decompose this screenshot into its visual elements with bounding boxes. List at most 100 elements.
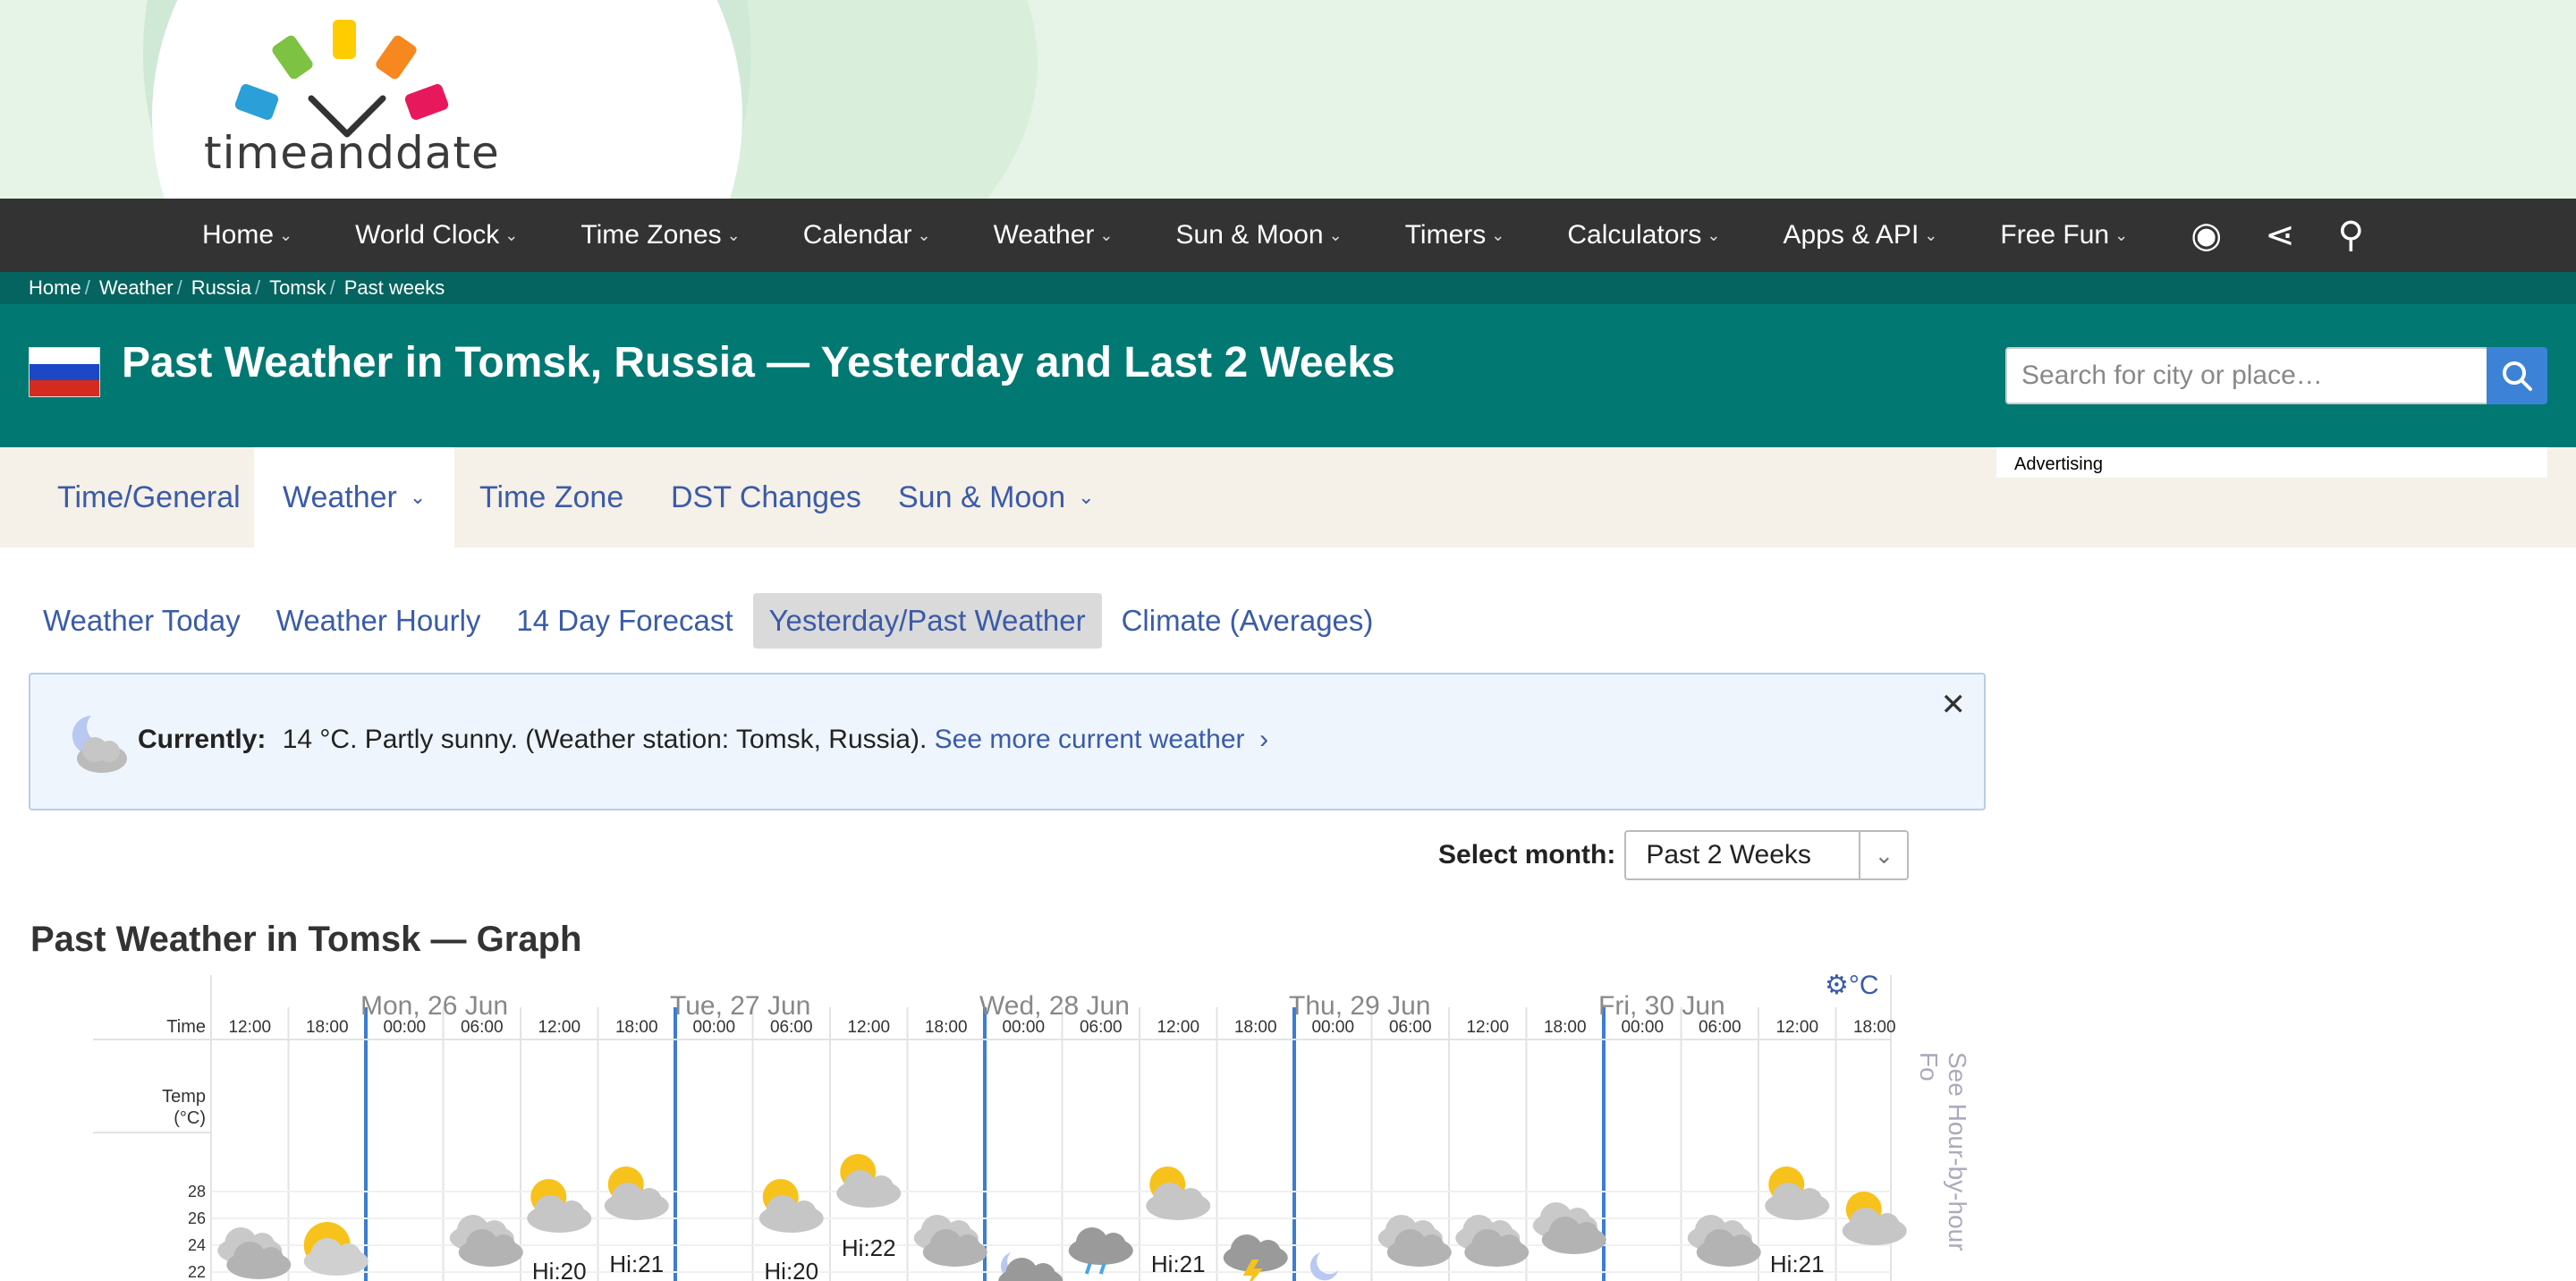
breadcrumb-item[interactable]: Home: [29, 276, 81, 300]
nav-item-calculators[interactable]: Calculators ⌄: [1567, 220, 1720, 250]
cloud-icon-part: [1178, 1188, 1204, 1213]
time-label: 00:00: [1621, 1018, 1664, 1037]
nav-item-apps-api[interactable]: Apps & API ⌄: [1784, 220, 1938, 250]
high-temp-label: Hi:21: [609, 1251, 664, 1277]
time-label: 12:00: [847, 1018, 890, 1037]
nav-item-world-clock[interactable]: World Clock ⌄: [355, 220, 518, 250]
select-month-row: Select month: Past 2 Weeks ⌄: [1438, 830, 1910, 880]
moon-icon: [1309, 1252, 1339, 1281]
tab-sun-moon[interactable]: Sun & Moon ⌄: [869, 447, 1123, 547]
time-label: 12:00: [538, 1018, 580, 1037]
breadcrumb-separator: /: [84, 276, 90, 299]
header-banner: timeanddate: [0, 0, 2576, 199]
graph-title: Past Weather in Tomsk — Graph: [30, 920, 582, 959]
share-icon[interactable]: ⋖: [2265, 215, 2295, 256]
cloud-icon-part: [1255, 1240, 1281, 1265]
time-row-label: Time: [166, 1017, 206, 1037]
time-label: 18:00: [1234, 1018, 1277, 1037]
subnav-weather-hourly[interactable]: Weather Hourly: [260, 593, 497, 649]
breadcrumb: Home / Weather / Russia / Tomsk / Past weeks: [0, 272, 2576, 304]
select-month-label: Select month:: [1438, 840, 1616, 870]
cloud-icon-part: [1100, 1233, 1126, 1258]
weather-graph: Mon, 26 Jun Tue, 27 Jun Wed, 28 Jun Thu, 29…: [93, 975, 1907, 1281]
breadcrumb-separator: /: [329, 276, 335, 299]
nav-item-sun-moon[interactable]: Sun & Moon ⌄: [1176, 220, 1343, 250]
breadcrumb-item[interactable]: Weather: [99, 276, 174, 300]
nav-item-label: Calculators: [1567, 220, 1702, 250]
cloud-icon-part: [1419, 1234, 1445, 1260]
moon-cloud-icon: [72, 716, 127, 773]
subnav-climate-averages-[interactable]: Climate (Averages): [1106, 593, 1390, 649]
currently-label: Currently:: [138, 725, 267, 754]
day-label: Wed, 28 Jun: [979, 991, 1130, 1021]
nav-item-label: Time Zones: [580, 220, 722, 250]
tab-dst-changes[interactable]: DST Changes: [642, 447, 890, 547]
cloud-icon-part: [869, 1175, 894, 1200]
high-temp-label: Hi:22: [842, 1234, 896, 1261]
temp-tick-label: 22: [188, 1263, 206, 1281]
cloud-icon-part: [1496, 1234, 1522, 1260]
nav-item-home[interactable]: Home ⌄: [202, 220, 292, 250]
time-label: 06:00: [461, 1018, 504, 1037]
main-nav: Home ⌄ World Clock ⌄ Time Zones ⌄ Calendar ⌄ Wea…: [0, 199, 2576, 272]
time-label: 18:00: [1853, 1018, 1896, 1037]
chevron-down-icon: ⌄: [1859, 832, 1907, 878]
chevron-down-icon: ⌄: [504, 225, 519, 244]
nav-item-time-zones[interactable]: Time Zones ⌄: [580, 220, 740, 250]
weather-subnav: Weather Today Weather Hourly 14 Day Foreca…: [27, 590, 1393, 651]
tab-time-zone[interactable]: Time Zone: [451, 447, 652, 547]
chevron-down-icon: ⌄: [409, 486, 427, 508]
cloud-icon-part: [1797, 1188, 1823, 1213]
subnav-weather-today[interactable]: Weather Today: [27, 593, 257, 649]
time-label: 06:00: [770, 1018, 813, 1037]
chevron-down-icon: ⌄: [917, 225, 931, 244]
nav-item-label: Weather: [993, 220, 1095, 250]
close-icon[interactable]: ✕: [1941, 687, 1967, 723]
cloud-icon-part: [1874, 1213, 1900, 1238]
time-label: 06:00: [1389, 1018, 1432, 1037]
cloud-icon-part: [490, 1234, 516, 1260]
search-button[interactable]: [2487, 347, 2547, 404]
time-label: 00:00: [383, 1018, 426, 1037]
chevron-down-icon: ⌄: [726, 225, 741, 244]
nav-item-label: Sun & Moon: [1175, 220, 1324, 250]
current-conditions: 14 °C. Partly sunny. (Weather station: T…: [282, 725, 928, 754]
subnav-14-day-forecast[interactable]: 14 Day Forecast: [500, 593, 749, 649]
month-select[interactable]: Past 2 Weeks ⌄: [1624, 830, 1910, 880]
chevron-down-icon: ⌄: [1491, 225, 1505, 244]
nav-item-label: Apps & API: [1783, 220, 1919, 250]
temp-row-label: Temp: [162, 1087, 206, 1107]
account-icon[interactable]: ◉: [2190, 215, 2222, 256]
nav-item-timers[interactable]: Timers ⌄: [1405, 220, 1505, 250]
time-label: 18:00: [1544, 1018, 1587, 1037]
russia-flag-icon: [29, 347, 100, 397]
tab-label: Sun & Moon: [898, 479, 1066, 514]
subnav-yesterday-past-weather[interactable]: Yesterday/Past Weather: [752, 593, 1102, 649]
breadcrumb-item[interactable]: Russia: [191, 276, 251, 300]
time-label: 00:00: [692, 1018, 735, 1037]
time-label: 12:00: [1466, 1018, 1509, 1037]
see-more-current-link[interactable]: See more current weather: [935, 725, 1245, 754]
nav-item-weather[interactable]: Weather ⌄: [994, 220, 1114, 250]
tab-time-general[interactable]: Time/General: [29, 447, 269, 547]
breadcrumb-item[interactable]: Past weeks: [344, 276, 445, 300]
search-icon[interactable]: ⚲: [2338, 215, 2364, 256]
nav-item-label: Calendar: [802, 220, 912, 250]
chevron-down-icon: ⌄: [1078, 486, 1095, 508]
nav-item-free-fun[interactable]: Free Fun ⌄: [2000, 220, 2128, 250]
temp-tick-label: 28: [188, 1183, 206, 1200]
time-label: 12:00: [1157, 1018, 1199, 1037]
high-temp-label: Hi:20: [532, 1258, 587, 1281]
site-logo[interactable]: timeanddate: [204, 11, 499, 190]
tab-weather[interactable]: Weather ⌄: [254, 447, 455, 547]
tab-label: Weather: [283, 479, 397, 514]
day-label: Mon, 26 Jun: [360, 991, 508, 1021]
nav-item-calendar[interactable]: Calendar ⌄: [803, 220, 931, 250]
search-input[interactable]: Search for city or place…: [2005, 347, 2488, 404]
high-temp-label: Hi:20: [764, 1258, 818, 1281]
time-label: 18:00: [925, 1018, 968, 1037]
high-temp-label: Hi:21: [1770, 1251, 1825, 1277]
time-label: 12:00: [1775, 1018, 1818, 1037]
temp-tick-label: 24: [188, 1236, 206, 1254]
breadcrumb-item[interactable]: Tomsk: [269, 276, 326, 300]
